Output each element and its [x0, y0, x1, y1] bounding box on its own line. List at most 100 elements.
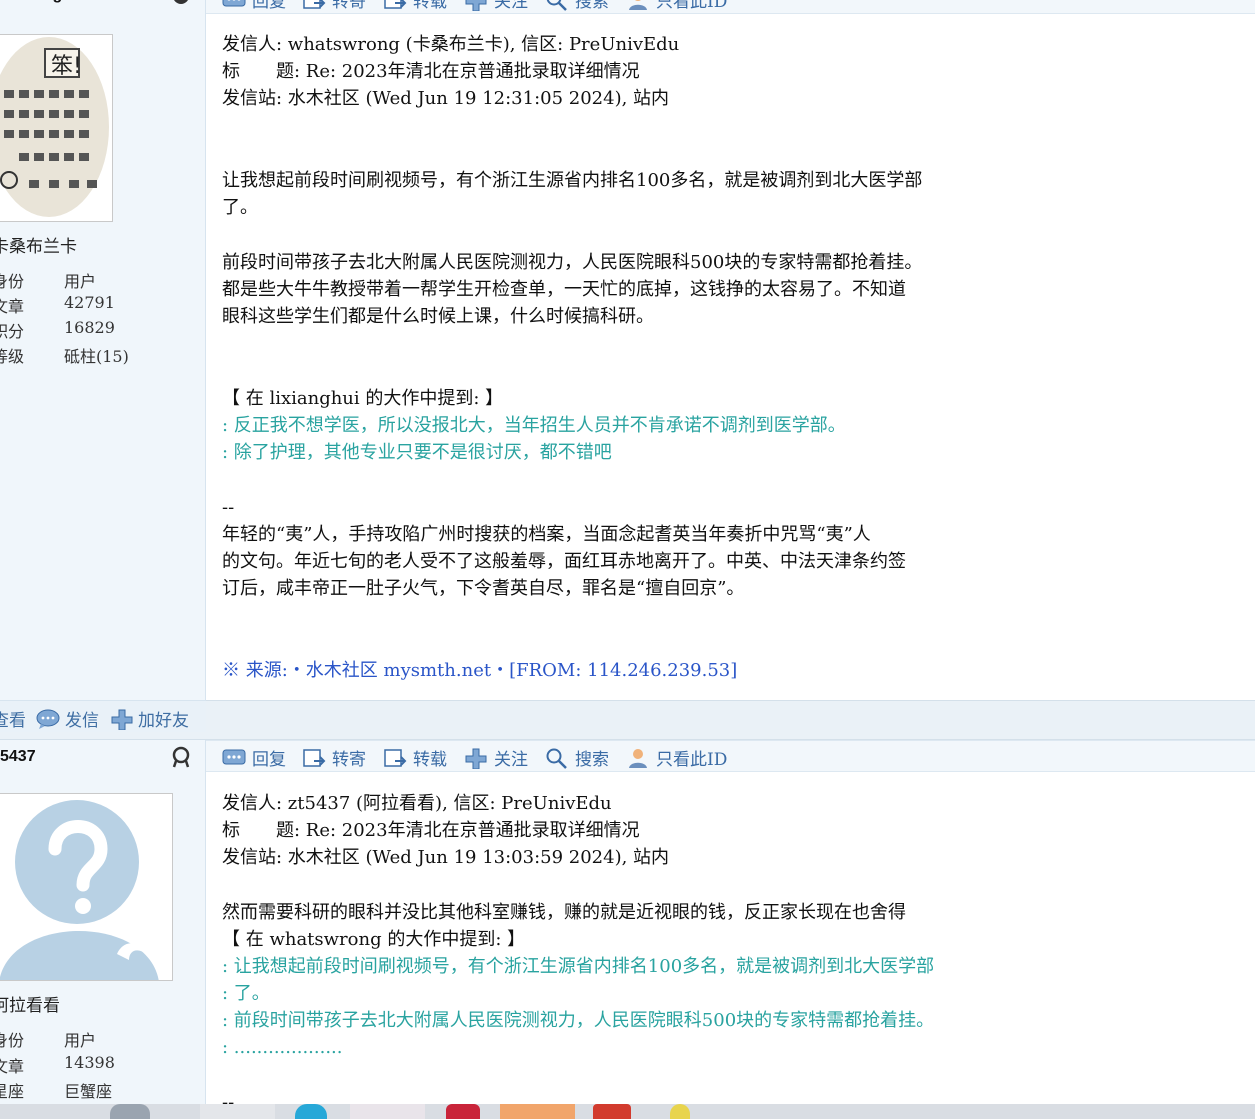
- repost-label: 转载: [413, 0, 447, 12]
- forward-mail-icon: [303, 748, 326, 767]
- user-icon: [629, 748, 647, 768]
- default-avatar-image: [0, 794, 172, 980]
- search-button[interactable]: 搜索: [545, 745, 609, 770]
- info-value: 砥柱(15): [64, 347, 129, 366]
- info-value: 巨蟹座: [64, 1082, 113, 1101]
- svg-text:笨!: 笨!: [51, 54, 82, 79]
- quote-header: 【 在 whatswrong 的大作中提到: 】: [222, 929, 526, 950]
- only-this-id-button[interactable]: 只看此ID: [626, 0, 727, 12]
- reply-button[interactable]: 回复: [222, 745, 286, 770]
- sender-line: 发信人: zt5437 (阿拉看看), 信区: PreUnivEdu: [222, 793, 612, 814]
- mail-label: 发信: [65, 711, 99, 731]
- taskbar-app-icon[interactable]: [446, 1104, 480, 1119]
- medal-icon: [174, 0, 188, 4]
- follow-label: 关注: [494, 0, 528, 12]
- avatar[interactable]: 笨!: [0, 34, 113, 222]
- body-line: 都是些大牛牛教授带着一帮学生开检查单，一天忙的底掉，这钱挣的太容易了。不知道: [222, 279, 906, 300]
- add-friend-button[interactable]: 加好友: [110, 706, 189, 731]
- author-nickname: 卡桑布兰卡: [0, 237, 77, 257]
- search-icon: [546, 748, 567, 769]
- view-profile-button[interactable]: 查看: [0, 706, 26, 731]
- repost-button[interactable]: 转载: [383, 0, 447, 12]
- info-key: 星座: [0, 1082, 25, 1101]
- station-line: 发信站: 水木社区 (Wed Jun 19 13:03:59 2024), 站内: [222, 847, 670, 868]
- repost-icon: [384, 748, 407, 767]
- info-key: 身份: [0, 1031, 25, 1050]
- info-row-identity: 身份 用户: [0, 268, 206, 293]
- only-this-id-button[interactable]: 只看此ID: [626, 745, 727, 770]
- user-icon: [629, 0, 647, 10]
- forward-mail-icon: [303, 0, 326, 9]
- author-header: tswrong: [0, 0, 206, 10]
- info-row-zodiac: 星座 巨蟹座: [0, 1078, 206, 1103]
- body-line: 让我想起前段时间刷视频号，有个浙江生源省内排名100多名，就是被调剂到北大医学部: [222, 170, 923, 191]
- body-line: 了。: [222, 197, 258, 218]
- author-username[interactable]: 5437: [0, 748, 36, 766]
- forward-mail-label: 转寄: [332, 750, 366, 770]
- reply-label: 回复: [252, 0, 286, 12]
- quote-line: : 反正我不想学医，所以没报北大，当年招生人员并不肯承诺不调剂到医学部。: [222, 415, 846, 436]
- search-button[interactable]: 搜索: [545, 0, 609, 12]
- taskbar-app-icon[interactable]: [670, 1104, 690, 1119]
- quote-line: : 除了护理，其他专业只要不是很讨厌，都不错吧: [222, 442, 612, 463]
- info-row-articles: 文章 42791: [0, 293, 206, 318]
- signature-separator: --: [222, 497, 235, 518]
- author-sidebar: tswrong 笨!: [0, 0, 206, 700]
- search-label: 搜索: [575, 0, 609, 12]
- taskbar-app-icon[interactable]: [200, 1104, 275, 1119]
- taskbar-app-icon[interactable]: [110, 1104, 150, 1119]
- medal-icon: [172, 746, 190, 768]
- forward-mail-label: 转寄: [332, 0, 366, 12]
- repost-label: 转载: [413, 750, 447, 770]
- info-row-identity: 身份 用户: [0, 1027, 206, 1052]
- author-actions: 查看 发信 加好友: [0, 700, 206, 732]
- os-taskbar: [0, 1104, 1255, 1119]
- source-line[interactable]: ※ 来源:・水木社区 mysmth.net・[FROM: 114.246.239…: [222, 657, 737, 684]
- post-toolbar: 回复 转寄 转载 关注 搜索 只看此ID: [206, 0, 1255, 14]
- taskbar-app-icon[interactable]: [500, 1104, 575, 1119]
- author-header: 5437: [0, 740, 206, 772]
- body-line: 眼科这些学生们都是什么时候上课，什么时候搞科研。: [222, 306, 654, 327]
- info-key: 身份: [0, 272, 25, 291]
- reply-button[interactable]: 回复: [222, 0, 286, 12]
- only-this-id-label: 只看此ID: [656, 750, 728, 770]
- title-line: 标 题: Re: 2023年清北在京普通批录取详细情况: [222, 820, 640, 841]
- forward-mail-button[interactable]: 转寄: [302, 0, 366, 12]
- search-label: 搜索: [575, 750, 609, 770]
- title-line: 标 题: Re: 2023年清北在京普通批录取详细情况: [222, 61, 640, 82]
- taskbar-app-icon[interactable]: [350, 1104, 425, 1119]
- post-1: tswrong 笨!: [0, 0, 1255, 740]
- quote-line: : 让我想起前段时间刷视频号，有个浙江生源省内排名100多名，就是被调剂到北大医…: [222, 956, 935, 977]
- station-line: 发信站: 水木社区 (Wed Jun 19 12:31:05 2024), 站内: [222, 88, 670, 109]
- reply-label: 回复: [252, 750, 286, 770]
- post-toolbar: 回复 转寄 转载 关注 搜索 只看此ID: [206, 740, 1255, 772]
- plus-icon: [111, 709, 133, 730]
- chat-bubble-icon: [36, 709, 60, 729]
- body-line: 然而需要科研的眼科并没比其他科室赚钱，赚的就是近视眼的钱，反正家长现在也舍得: [222, 902, 906, 923]
- follow-button[interactable]: 关注: [464, 745, 528, 770]
- avatar-image: 笨!: [0, 35, 112, 221]
- avatar[interactable]: [0, 793, 173, 981]
- author-username[interactable]: tswrong: [0, 0, 62, 4]
- info-key: 文章: [0, 1057, 25, 1076]
- author-sidebar: 5437 阿拉看看 身份 用户 文章 14398 星座 巨蟹座: [0, 740, 206, 1119]
- add-friend-label: 加好友: [138, 711, 189, 731]
- send-mail-button[interactable]: 发信: [35, 706, 99, 731]
- info-key: 等级: [0, 347, 25, 366]
- repost-button[interactable]: 转载: [383, 745, 447, 770]
- info-row-articles: 文章 14398: [0, 1053, 206, 1078]
- reply-icon: [222, 0, 246, 6]
- info-value: 14398: [64, 1053, 115, 1072]
- info-key: 积分: [0, 322, 25, 341]
- info-value: 42791: [64, 293, 115, 312]
- taskbar-app-icon[interactable]: [593, 1104, 631, 1119]
- only-this-id-label: 只看此ID: [656, 0, 728, 12]
- signature-line: 年轻的“夷”人，手持攻陷广州时搜获的档案，当面念起耆英当年奏折中咒骂“夷”人: [222, 524, 871, 545]
- forward-mail-button[interactable]: 转寄: [302, 745, 366, 770]
- quote-header: 【 在 lixianghui 的大作中提到: 】: [222, 388, 504, 409]
- reply-icon: [222, 749, 246, 764]
- plus-icon: [465, 0, 487, 11]
- follow-button[interactable]: 关注: [464, 0, 528, 12]
- post-body: 发信人: zt5437 (阿拉看看), 信区: PreUnivEdu 标 题: …: [222, 790, 1022, 1119]
- taskbar-app-icon[interactable]: [295, 1104, 327, 1119]
